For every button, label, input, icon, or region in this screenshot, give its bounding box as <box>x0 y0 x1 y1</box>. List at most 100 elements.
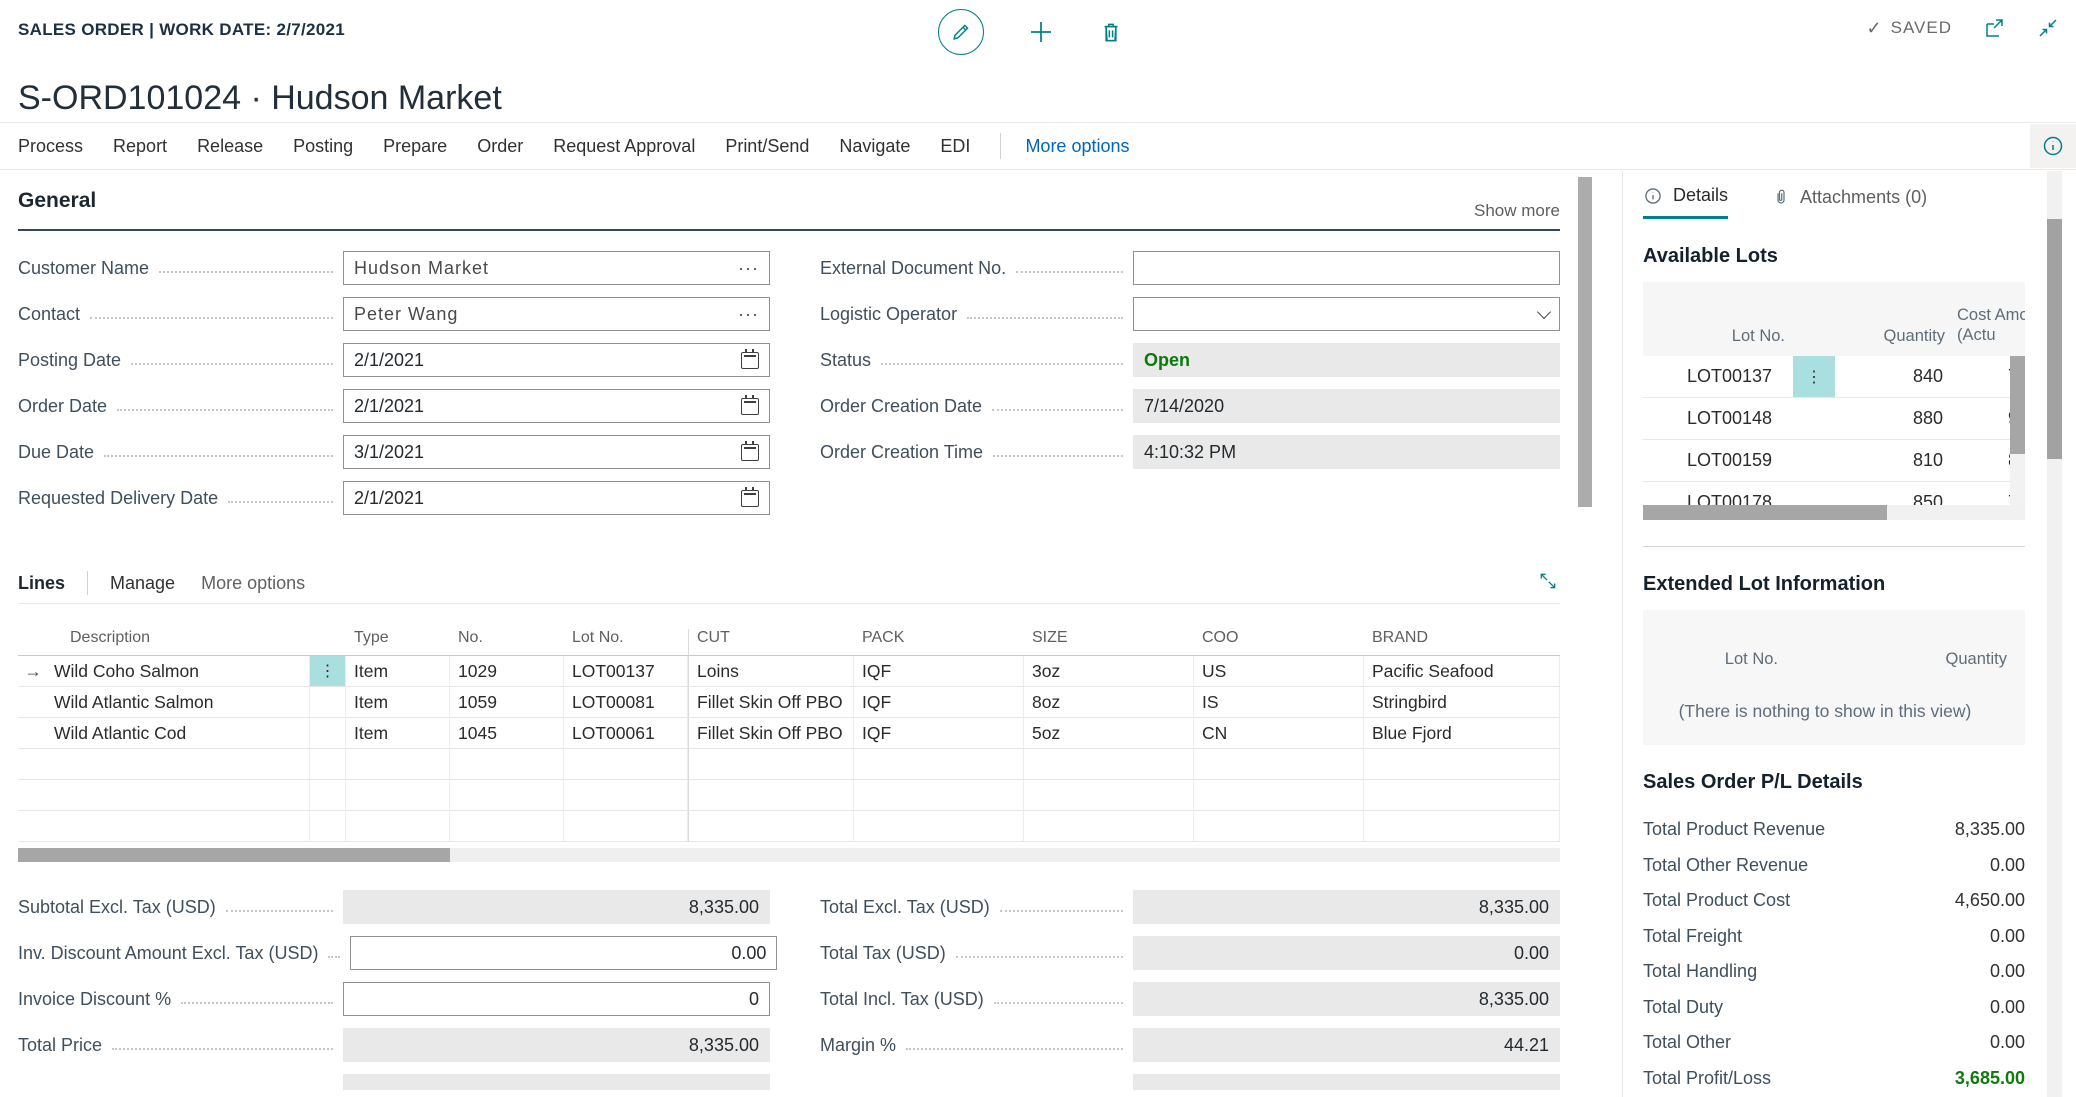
field-value-posting-date[interactable]: 2/1/2021 <box>343 343 770 377</box>
more-options-button[interactable]: More options <box>1025 136 1129 157</box>
row-options-icon[interactable] <box>1793 440 1835 481</box>
action-order[interactable]: Order <box>477 136 523 157</box>
cell-description[interactable]: Wild Atlantic Salmon <box>48 687 310 718</box>
line-row-empty[interactable] <box>18 780 1560 811</box>
calendar-icon[interactable] <box>741 398 759 415</box>
row-options-icon[interactable] <box>310 687 346 718</box>
tab-details[interactable]: Details <box>1643 185 1728 219</box>
cell-cut[interactable]: Fillet Skin Off PBO <box>688 687 854 718</box>
focus-mode-icon[interactable] <box>1538 571 1558 591</box>
field-value-inv-discount-amount-excl-tax-usd[interactable]: 0.00 <box>350 936 777 970</box>
main-vertical-scrollbar[interactable] <box>1578 171 1592 1097</box>
lots-vertical-scrollbar[interactable] <box>2010 356 2025 505</box>
column-header-pack[interactable]: PACK <box>854 629 1024 656</box>
cell-cut[interactable]: Loins <box>688 656 854 687</box>
action-prepare[interactable]: Prepare <box>383 136 447 157</box>
cell-size[interactable]: 5oz <box>1024 718 1194 749</box>
column-header-description[interactable]: Description <box>48 629 310 656</box>
column-header-type[interactable]: Type <box>346 629 450 656</box>
calendar-icon[interactable] <box>741 490 759 507</box>
row-options-icon[interactable]: ⋮ <box>1793 356 1835 397</box>
assist-edit-button[interactable]: ··· <box>738 304 759 325</box>
column-header-size[interactable]: SIZE <box>1024 629 1194 656</box>
cell-coo[interactable]: CN <box>1194 718 1364 749</box>
edit-button[interactable] <box>938 9 984 55</box>
cell-lot[interactable]: LOT00137 <box>564 656 688 687</box>
field-value-order-date[interactable]: 2/1/2021 <box>343 389 770 423</box>
lot-row-lot00178[interactable]: LOT001788507 <box>1643 482 2025 505</box>
add-button[interactable] <box>1026 17 1056 47</box>
cell-type[interactable]: Item <box>346 656 450 687</box>
field-value-logistic-operator[interactable] <box>1133 297 1560 331</box>
scrollbar-thumb[interactable] <box>18 848 450 862</box>
scrollbar-thumb[interactable] <box>2010 356 2025 454</box>
lot-row-lot00148[interactable]: LOT001488809 <box>1643 398 2025 440</box>
cell-lot-no[interactable]: LOT00178 <box>1643 492 1793 505</box>
scrollbar-thumb[interactable] <box>1578 177 1592 507</box>
cell-no[interactable]: 1059 <box>450 687 564 718</box>
open-in-window-button[interactable] <box>1982 16 2006 40</box>
line-row-empty[interactable] <box>18 749 1560 780</box>
calendar-icon[interactable] <box>741 444 759 461</box>
cell-description[interactable]: Wild Coho Salmon <box>48 656 310 687</box>
cell-lot-no[interactable]: LOT00137 <box>1643 366 1793 387</box>
help-info-button[interactable] <box>2030 124 2076 168</box>
calendar-icon[interactable] <box>741 352 759 369</box>
row-options-icon[interactable]: ⋮ <box>310 656 346 687</box>
column-header-cut[interactable]: CUT <box>688 629 854 656</box>
lots-horizontal-scrollbar[interactable] <box>1643 505 2025 520</box>
cell-no[interactable]: 1045 <box>450 718 564 749</box>
field-value-requested-delivery-date[interactable]: 2/1/2021 <box>343 481 770 515</box>
lines-more-options-button[interactable]: More options <box>201 573 305 594</box>
field-value-contact[interactable]: Peter Wang··· <box>343 297 770 331</box>
cell-lot-no[interactable]: LOT00148 <box>1643 408 1793 429</box>
action-release[interactable]: Release <box>197 136 263 157</box>
cell-size[interactable]: 3oz <box>1024 656 1194 687</box>
cell-brand[interactable]: Stringbird <box>1364 687 1560 718</box>
action-edi[interactable]: EDI <box>940 136 970 157</box>
cell-type[interactable]: Item <box>346 687 450 718</box>
column-header-coo[interactable]: COO <box>1194 629 1364 656</box>
line-row-empty[interactable] <box>18 811 1560 842</box>
scrollbar-thumb[interactable] <box>2047 219 2062 459</box>
action-print-send[interactable]: Print/Send <box>725 136 809 157</box>
cell-quantity[interactable]: 810 <box>1835 450 1953 471</box>
cell-size[interactable]: 8oz <box>1024 687 1194 718</box>
collapse-button[interactable] <box>2036 16 2060 40</box>
cell-coo[interactable]: US <box>1194 656 1364 687</box>
row-options-icon[interactable] <box>1793 398 1835 439</box>
cell-brand[interactable]: Blue Fjord <box>1364 718 1560 749</box>
action-navigate[interactable]: Navigate <box>839 136 910 157</box>
cell-description[interactable]: Wild Atlantic Cod <box>48 718 310 749</box>
cell-quantity[interactable]: 880 <box>1835 408 1953 429</box>
delete-button[interactable] <box>1098 19 1124 45</box>
action-process[interactable]: Process <box>18 136 83 157</box>
column-header-lot-no[interactable]: Lot No. <box>564 629 688 656</box>
line-row-wild-atlantic-cod[interactable]: Wild Atlantic Cod Item1045LOT00061Fillet … <box>18 718 1560 749</box>
cell-lot-no[interactable]: LOT00159 <box>1643 450 1793 471</box>
action-report[interactable]: Report <box>113 136 167 157</box>
cell-pack[interactable]: IQF <box>854 656 1024 687</box>
cell-pack[interactable]: IQF <box>854 718 1024 749</box>
cell-cut[interactable]: Fillet Skin Off PBO <box>688 718 854 749</box>
cell-quantity[interactable]: 850 <box>1835 492 1953 505</box>
factbox-vertical-scrollbar[interactable] <box>2047 171 2062 1097</box>
field-value-due-date[interactable]: 3/1/2021 <box>343 435 770 469</box>
field-value-external-document-no[interactable] <box>1133 251 1560 285</box>
row-options-icon[interactable] <box>310 718 346 749</box>
cell-lot[interactable]: LOT00081 <box>564 687 688 718</box>
cell-type[interactable]: Item <box>346 718 450 749</box>
column-header-brand[interactable]: BRAND <box>1364 629 1560 656</box>
chevron-down-icon[interactable] <box>1537 304 1551 318</box>
lines-horizontal-scrollbar[interactable] <box>18 848 1560 862</box>
column-header-no[interactable]: No. <box>450 629 564 656</box>
row-options-icon[interactable] <box>1793 482 1835 505</box>
cell-pack[interactable]: IQF <box>854 687 1024 718</box>
cell-quantity[interactable]: 840 <box>1835 366 1953 387</box>
lines-manage-button[interactable]: Manage <box>110 573 175 594</box>
field-value-invoice-discount[interactable]: 0 <box>343 982 770 1016</box>
action-request-approval[interactable]: Request Approval <box>553 136 695 157</box>
lot-row-lot00137[interactable]: LOT00137⋮8407 <box>1643 356 2025 398</box>
cell-lot[interactable]: LOT00061 <box>564 718 688 749</box>
cell-brand[interactable]: Pacific Seafood <box>1364 656 1560 687</box>
